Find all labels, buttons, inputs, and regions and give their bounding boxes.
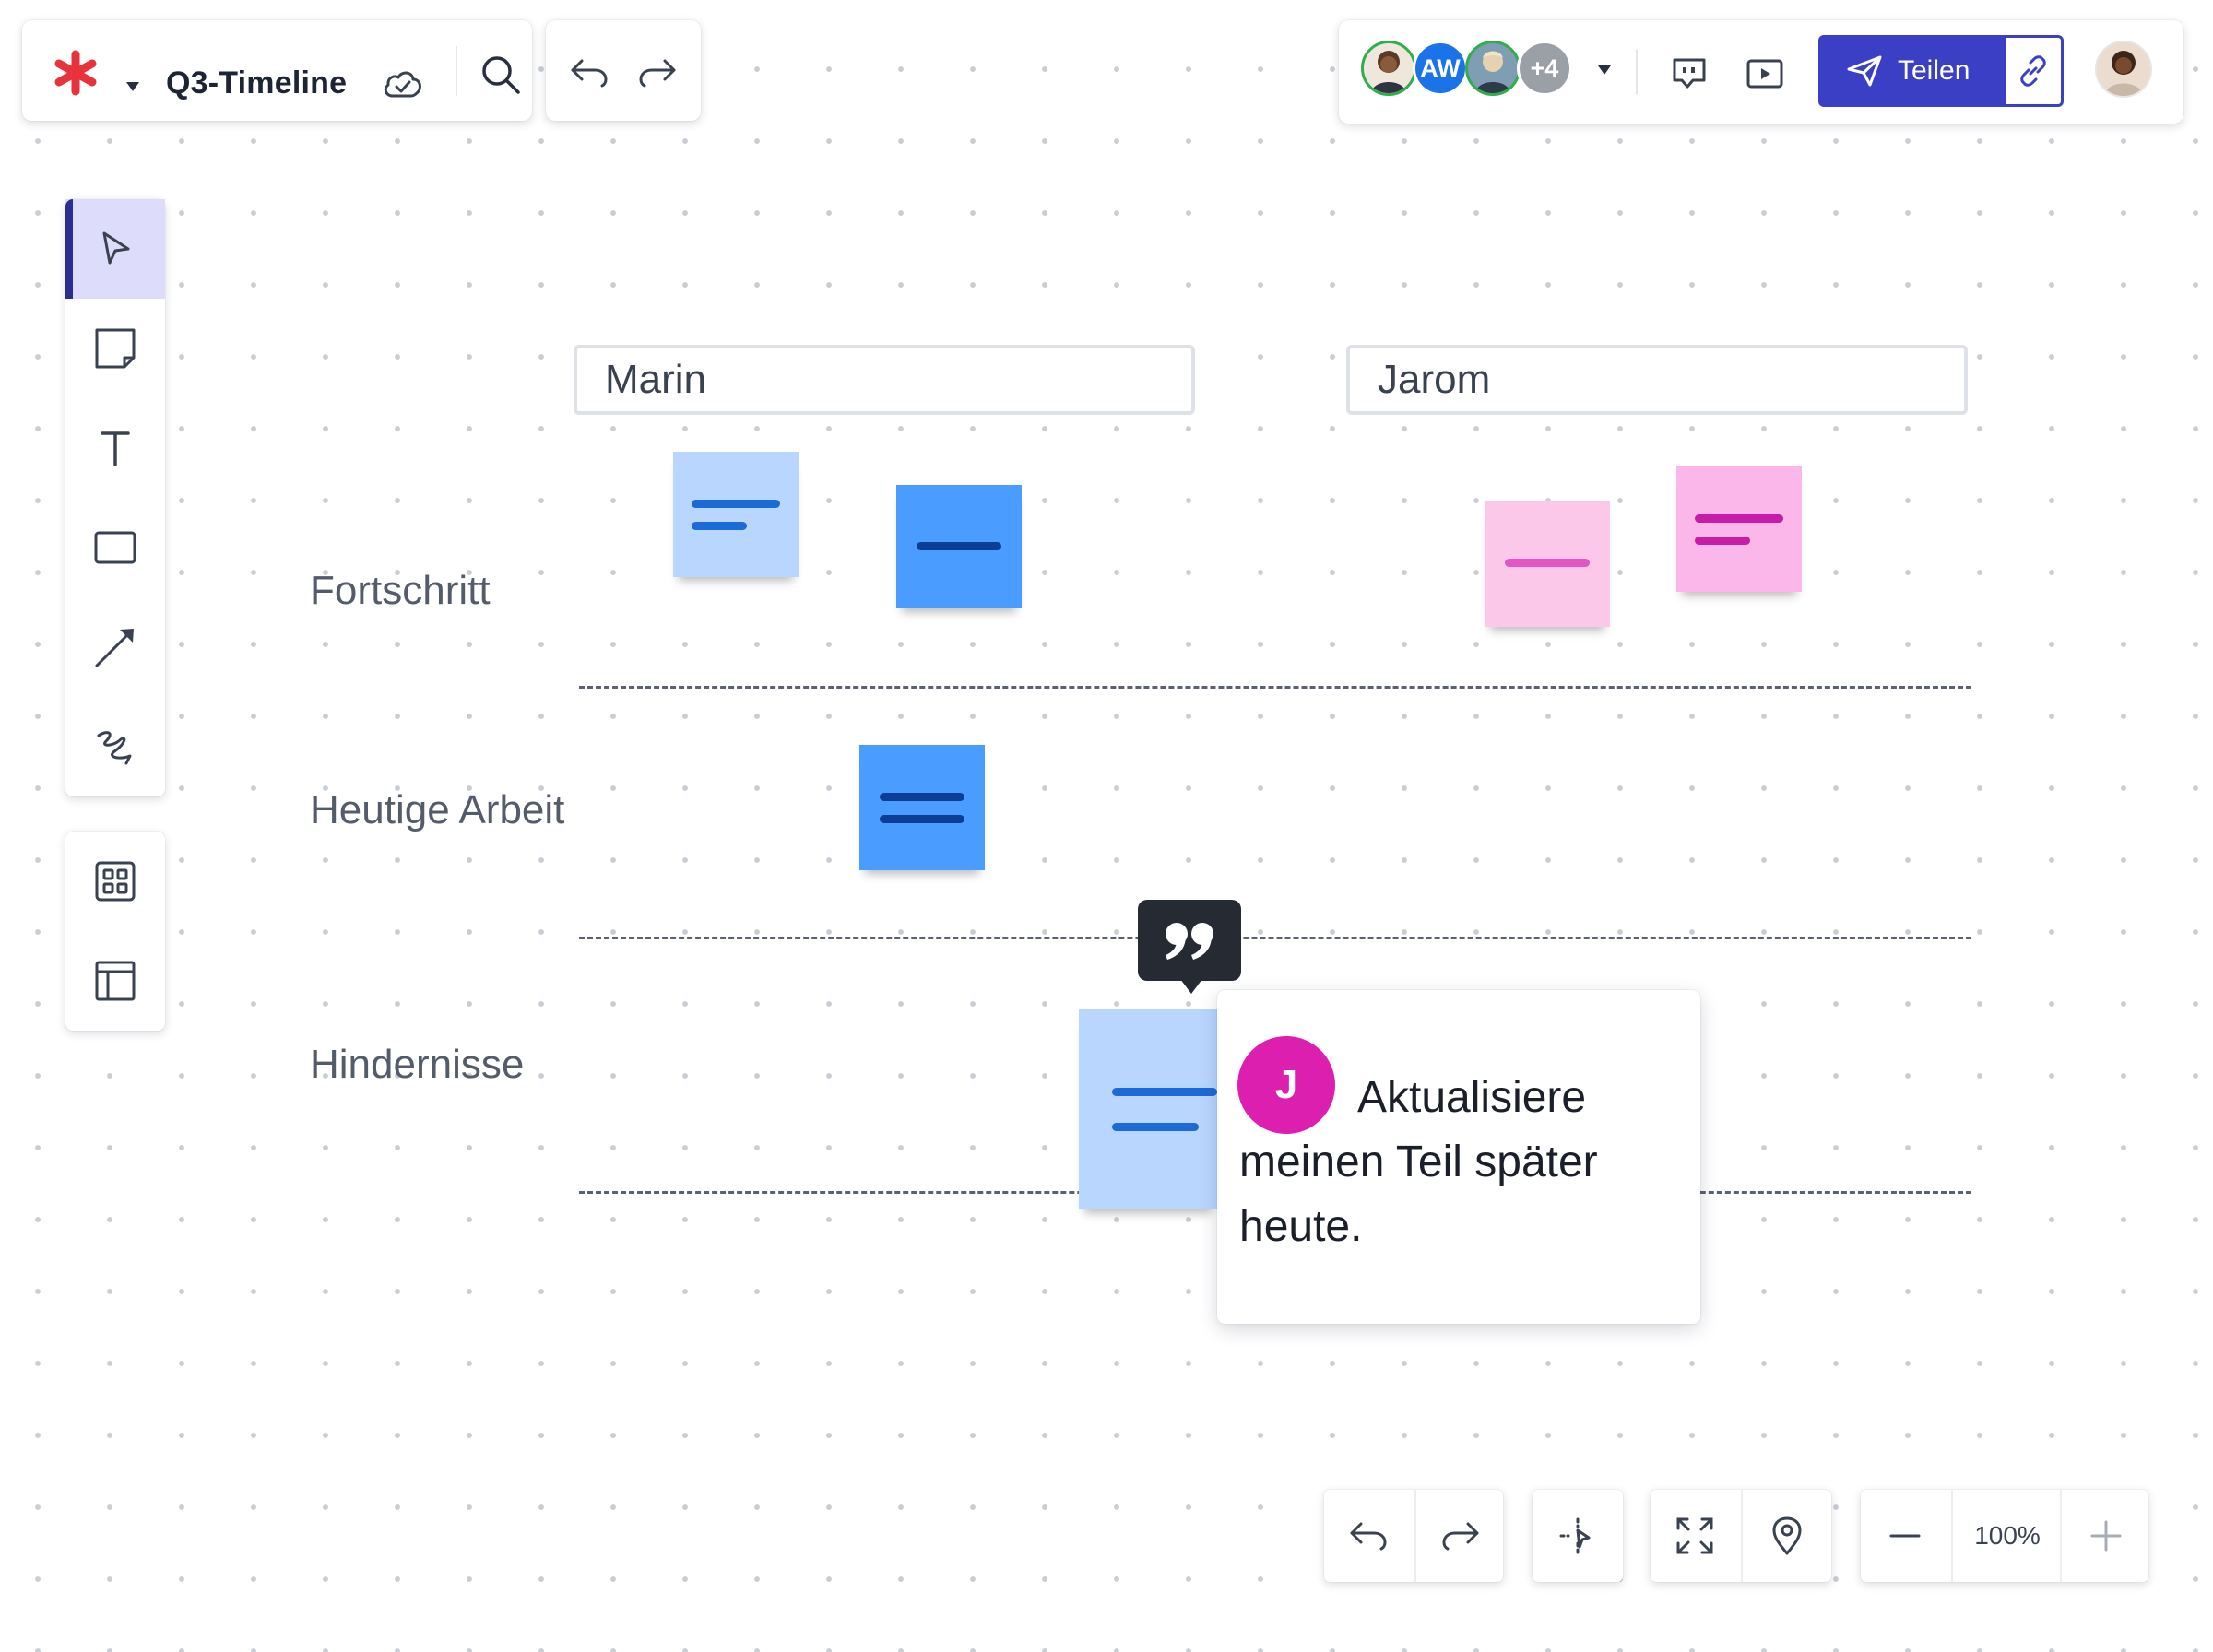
sticky-note-text-line [692, 522, 747, 530]
history-panel-top [546, 20, 701, 121]
layout-frame-button[interactable] [65, 931, 165, 1031]
comment-quote-icon [1671, 56, 1708, 91]
cloud-sync-icon [382, 68, 424, 100]
sticky-note[interactable] [1079, 1009, 1217, 1210]
lane-header-marin[interactable]: Marin [574, 345, 1195, 415]
search-icon [480, 54, 521, 95]
document-panel: Q3-Timeline [22, 20, 532, 121]
sticky-note-text-line [1695, 514, 1783, 523]
toolbar-divider [456, 46, 457, 96]
text-icon [97, 428, 134, 468]
expand-arrows-icon [1675, 1516, 1715, 1556]
sticky-note[interactable] [1676, 466, 1802, 592]
lane-header-jarom[interactable]: Jarom [1346, 345, 1968, 415]
map-pin-icon [1770, 1515, 1804, 1557]
sticky-note[interactable] [896, 485, 1022, 608]
history-panel-bottom [1324, 1490, 1503, 1582]
secondary-tools-toolbar [65, 832, 165, 1031]
app-logo-icon[interactable] [53, 50, 99, 96]
location-marker-button[interactable] [1741, 1490, 1831, 1582]
undo-button[interactable] [1324, 1490, 1413, 1582]
sticky-note-text-line [880, 815, 964, 823]
sticky-note-text-line [880, 793, 964, 801]
layout-frame-icon [94, 960, 136, 1002]
sticky-note-text-line [917, 542, 1001, 550]
toolbar-divider [1636, 50, 1638, 94]
link-icon [2017, 54, 2050, 88]
text-tool-button[interactable] [65, 398, 165, 498]
search-button[interactable] [474, 48, 527, 101]
redo-icon [637, 57, 678, 88]
present-button[interactable] [1737, 48, 1793, 100]
row-divider [579, 937, 1971, 939]
snap-to-grid-button[interactable] [1533, 1490, 1623, 1582]
collaborator-avatar-initials[interactable]: AW [1413, 41, 1468, 96]
templates-button[interactable] [65, 832, 165, 931]
zoom-out-button[interactable] [1861, 1490, 1949, 1582]
sticky-note-icon [93, 326, 137, 371]
fit-to-screen-button[interactable] [1651, 1490, 1739, 1582]
sticky-note[interactable] [673, 452, 799, 577]
rectangle-icon [92, 529, 138, 566]
sticky-note[interactable] [1485, 502, 1610, 627]
view-panel [1651, 1490, 1831, 1582]
share-button-label: Teilen [1898, 55, 1970, 86]
document-title[interactable]: Q3-Timeline [166, 65, 347, 101]
freehand-pen-icon [93, 726, 137, 767]
zoom-panel: 100% [1861, 1490, 2148, 1582]
copy-link-button[interactable] [2003, 35, 2064, 107]
sticky-note-text-line [1695, 537, 1750, 545]
app-menu-chevron-down-icon[interactable] [125, 81, 140, 92]
rectangle-tool-button[interactable] [65, 498, 165, 597]
templates-grid-icon [94, 860, 136, 903]
arrow-line-icon [92, 624, 138, 670]
freehand-pen-tool-button[interactable] [65, 697, 165, 796]
sticky-note-text-line [1112, 1088, 1217, 1096]
arrow-line-tool-button[interactable] [65, 597, 165, 697]
sticky-note-text-line [1112, 1123, 1199, 1131]
undo-icon [1348, 1520, 1389, 1552]
play-presentation-icon [1746, 58, 1784, 89]
comments-button[interactable] [1662, 48, 1717, 100]
collaborators-chevron-down-icon[interactable] [1597, 65, 1612, 76]
row-label-progress[interactable]: Fortschritt [310, 568, 491, 614]
share-button[interactable]: Teilen [1818, 35, 2003, 107]
collaborator-avatar[interactable] [1465, 41, 1521, 96]
undo-button[interactable] [562, 46, 616, 100]
snap-cursor-icon [1557, 1516, 1598, 1556]
paper-plane-icon [1846, 54, 1883, 88]
select-tool-button[interactable] [65, 199, 165, 299]
redo-icon [1440, 1520, 1481, 1552]
sticky-note-text-line [1505, 559, 1590, 567]
undo-icon [569, 57, 609, 88]
comment-text: Aktualisiere meinen Teil später heute. [1239, 1073, 1598, 1251]
redo-button[interactable] [1414, 1490, 1505, 1582]
row-divider [579, 686, 1971, 689]
quote-icon [1160, 915, 1219, 965]
redo-button[interactable] [631, 46, 684, 100]
comment-card[interactable]: J Aktualisiere meinen Teil später heute. [1217, 990, 1700, 1324]
current-user-avatar[interactable] [2095, 41, 2152, 98]
zoom-in-button[interactable] [2060, 1490, 2150, 1582]
minus-icon [1888, 1532, 1922, 1540]
select-pointer-icon [97, 229, 134, 269]
plus-icon [2089, 1519, 2123, 1552]
drawing-tools-toolbar [65, 199, 165, 796]
sticky-note[interactable] [859, 745, 985, 870]
zoom-level[interactable]: 100% [1951, 1490, 2062, 1582]
row-label-todays-work[interactable]: Heutige Arbeit [310, 787, 564, 833]
collaborator-avatar[interactable] [1361, 41, 1416, 96]
snap-panel [1533, 1490, 1623, 1582]
row-label-blockers[interactable]: Hindernisse [310, 1042, 524, 1088]
comment-marker-button[interactable] [1138, 900, 1241, 994]
sticky-note-tool-button[interactable] [65, 299, 165, 398]
collaboration-panel: AW +4 Teilen [1339, 20, 2183, 124]
sticky-note-text-line [692, 500, 780, 508]
more-collaborators-badge[interactable]: +4 [1517, 41, 1572, 96]
